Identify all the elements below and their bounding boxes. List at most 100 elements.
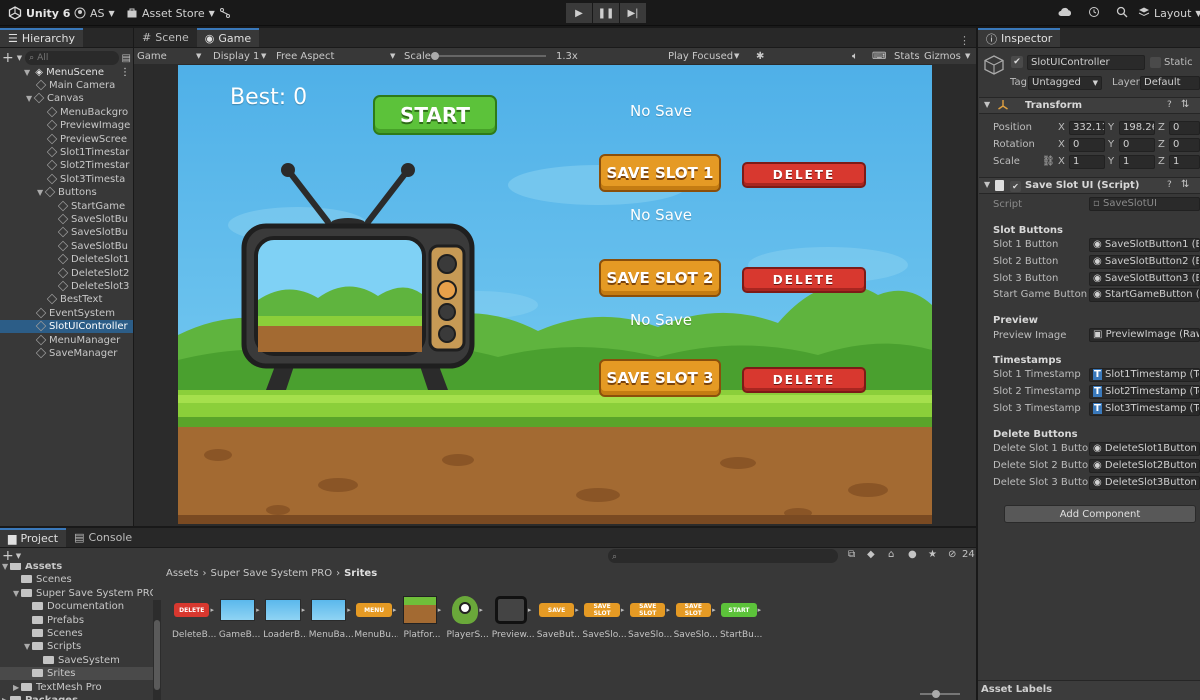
sprite-expand-icon[interactable]: ▸ <box>347 606 351 614</box>
sliders-icon[interactable]: ⇅ <box>1181 179 1189 190</box>
rotation-x-field[interactable]: 0 <box>1069 138 1105 152</box>
rotation-z-field[interactable]: 0 <box>1169 138 1200 152</box>
project-folder-scripts[interactable]: ▼ Scripts <box>24 640 81 653</box>
hierarchy-search[interactable]: ⌕ <box>25 51 119 65</box>
project-folder-scenes[interactable]: Scenes <box>13 573 72 586</box>
label-filter-icon[interactable]: ◆ <box>867 549 875 560</box>
project-folder-save-system[interactable]: SaveSystem <box>35 654 120 667</box>
position-y-field[interactable]: 198.26 <box>1119 121 1155 135</box>
chevron-down-icon[interactable]: ▼ <box>196 52 201 60</box>
hierarchy-item-slot1-timestamp[interactable]: Slot1Timestar <box>47 146 133 159</box>
static-checkbox[interactable] <box>1150 57 1161 68</box>
script-enabled-checkbox[interactable]: ✔ <box>1010 181 1021 192</box>
project-folder-assets[interactable]: ▼ Assets <box>2 563 62 573</box>
save-slot-1-button[interactable]: SAVE SLOT 1 <box>599 154 721 192</box>
hierarchy-item-slot3-timestamp[interactable]: Slot3Timesta <box>47 173 133 186</box>
position-z-field[interactable]: 0 <box>1169 121 1200 135</box>
play-focused-dropdown[interactable]: Play Focused <box>668 51 733 62</box>
asset-item[interactable]: ▸ Preview... <box>491 596 535 640</box>
hierarchy-item-event-system[interactable]: EventSystem <box>36 307 133 320</box>
hierarchy-item-slot-ui-controller[interactable]: SlotUIController <box>0 320 133 334</box>
asset-item[interactable]: SAVE ▸ SaveBut... <box>537 596 581 640</box>
sprite-expand-icon[interactable]: ▸ <box>210 606 214 614</box>
tag-dropdown[interactable]: Untagged ▼ <box>1028 76 1102 90</box>
help-icon[interactable]: ? <box>1167 180 1172 190</box>
hierarchy-item-best-text[interactable]: BestText <box>47 293 133 306</box>
bug-icon[interactable]: ✱ <box>756 51 764 62</box>
tab-console[interactable]: ▤ Console <box>66 528 140 547</box>
chevron-down-icon[interactable]: ▼ <box>984 180 990 189</box>
hierarchy-item-delete-slot-2[interactable]: DeleteSlot2 <box>58 267 133 280</box>
help-icon[interactable]: ? <box>1167 100 1172 110</box>
project-folder-scenes-sub[interactable]: Scenes <box>24 627 83 640</box>
scale-slider-thumb[interactable] <box>431 52 439 60</box>
asset-item[interactable]: ▸ LoaderB... <box>263 596 307 640</box>
history-button[interactable] <box>1084 3 1104 23</box>
slot-button-4-field[interactable]: ◉ StartGameButton (B <box>1089 288 1200 303</box>
delete-slot-3-button[interactable]: DELETE <box>742 367 866 393</box>
chevron-down-icon[interactable]: ▼ <box>734 52 739 60</box>
hierarchy-item-delete-slot-1[interactable]: DeleteSlot1 <box>58 253 133 266</box>
rotation-y-field[interactable]: 0 <box>1119 138 1155 152</box>
scale-x-field[interactable]: 1 <box>1069 155 1105 169</box>
chevron-down-icon[interactable]: ▼ <box>37 186 45 199</box>
unity-menu-button[interactable]: Unity 6 <box>4 3 74 23</box>
delete-button-1-field[interactable]: ◉ DeleteSlot1Button (E <box>1089 442 1200 456</box>
asset-item[interactable]: SAVE SLOT ▸ SaveSlo... <box>674 596 718 640</box>
scale-y-field[interactable]: 1 <box>1119 155 1155 169</box>
object-name-field[interactable]: SlotUIController <box>1027 55 1145 70</box>
sprite-expand-icon[interactable]: ▸ <box>621 606 625 614</box>
breadcrumb-srites[interactable]: Srites <box>344 568 377 579</box>
chevron-down-icon[interactable]: ▼ <box>13 587 21 600</box>
star-icon[interactable]: ★ <box>928 549 937 560</box>
chevron-down-icon[interactable]: ▼ <box>24 66 32 79</box>
sprite-expand-icon[interactable]: ▸ <box>438 606 442 614</box>
save-slot-3-button[interactable]: SAVE SLOT 3 <box>599 359 721 397</box>
hierarchy-item-canvas[interactable]: ▼ Canvas <box>26 92 123 105</box>
search-button[interactable] <box>1112 3 1132 23</box>
tab-game[interactable]: ◉ Game <box>196 28 260 47</box>
chevron-down-icon[interactable]: ▼ <box>26 92 34 105</box>
asset-item[interactable]: SAVE SLOT ▸ SaveSlo... <box>628 596 672 640</box>
sprite-expand-icon[interactable]: ▸ <box>712 606 716 614</box>
kebab-icon[interactable]: ⋮ <box>120 66 130 79</box>
breadcrumb-super-save[interactable]: Super Save System PRO <box>211 568 333 579</box>
chevron-down-icon[interactable]: ▼ <box>984 100 990 109</box>
timestamp-3-field[interactable]: T Slot3Timestamp (Te <box>1089 401 1200 416</box>
version-control-button[interactable] <box>215 3 235 23</box>
timestamp-2-field[interactable]: T Slot2Timestamp (Te <box>1089 384 1200 399</box>
hierarchy-item-save-slot-button-2[interactable]: SaveSlotBu <box>58 226 133 239</box>
warning-icon[interactable]: ● <box>908 549 917 560</box>
hierarchy-item-preview-image[interactable]: PreviewImage <box>47 119 133 132</box>
keyboard-icon[interactable]: ⌨ <box>872 51 886 62</box>
asset-item[interactable]: MENU ▸ MenuBu... <box>354 596 398 640</box>
position-x-field[interactable]: 332.115 <box>1069 121 1105 135</box>
aspect-dropdown[interactable]: Free Aspect <box>276 51 334 62</box>
slot-button-1-field[interactable]: ◉ SaveSlotButton1 (Bu <box>1089 238 1200 252</box>
hierarchy-item-main-camera[interactable]: Main Camera <box>36 79 133 92</box>
layout-dropdown[interactable]: Layout ▼ <box>1134 3 1200 23</box>
gizmos-toggle[interactable]: Gizmos <box>924 51 961 62</box>
scene-root[interactable]: ▼ ◈ MenuScene ⋮ <box>24 66 132 79</box>
hierarchy-item-menu-manager[interactable]: MenuManager <box>36 334 133 347</box>
project-folder-prefabs[interactable]: Prefabs <box>24 614 84 627</box>
asset-item[interactable]: ▸ GameB... <box>218 596 262 640</box>
asset-store-button[interactable]: Asset Store ▼ <box>122 3 219 23</box>
breadcrumb-assets[interactable]: Assets <box>166 568 199 579</box>
scale-slider[interactable] <box>431 52 546 60</box>
sprite-expand-icon[interactable]: ▸ <box>302 606 306 614</box>
sprite-expand-icon[interactable]: ▸ <box>393 606 397 614</box>
audio-mute-icon[interactable]: 🔈︎ <box>852 51 858 62</box>
sprite-expand-icon[interactable]: ▸ <box>256 606 260 614</box>
hierarchy-item-save-manager[interactable]: SaveManager <box>36 347 133 360</box>
tab-hierarchy[interactable]: ☰ Hierarchy <box>0 28 84 47</box>
zoom-slider[interactable] <box>920 690 960 698</box>
tree-scrollbar-thumb[interactable] <box>154 620 160 690</box>
stats-toggle[interactable]: Stats <box>894 51 920 62</box>
sprite-expand-icon[interactable]: ▸ <box>758 606 762 614</box>
link-icon[interactable]: ⛓ <box>1042 156 1055 167</box>
chevron-down-icon[interactable]: ▼ <box>24 640 32 653</box>
asset-labels-bar[interactable]: Asset Labels <box>978 680 1200 700</box>
chevron-down-icon[interactable]: ▼ <box>965 52 970 60</box>
layer-dropdown[interactable]: Default <box>1140 76 1200 90</box>
